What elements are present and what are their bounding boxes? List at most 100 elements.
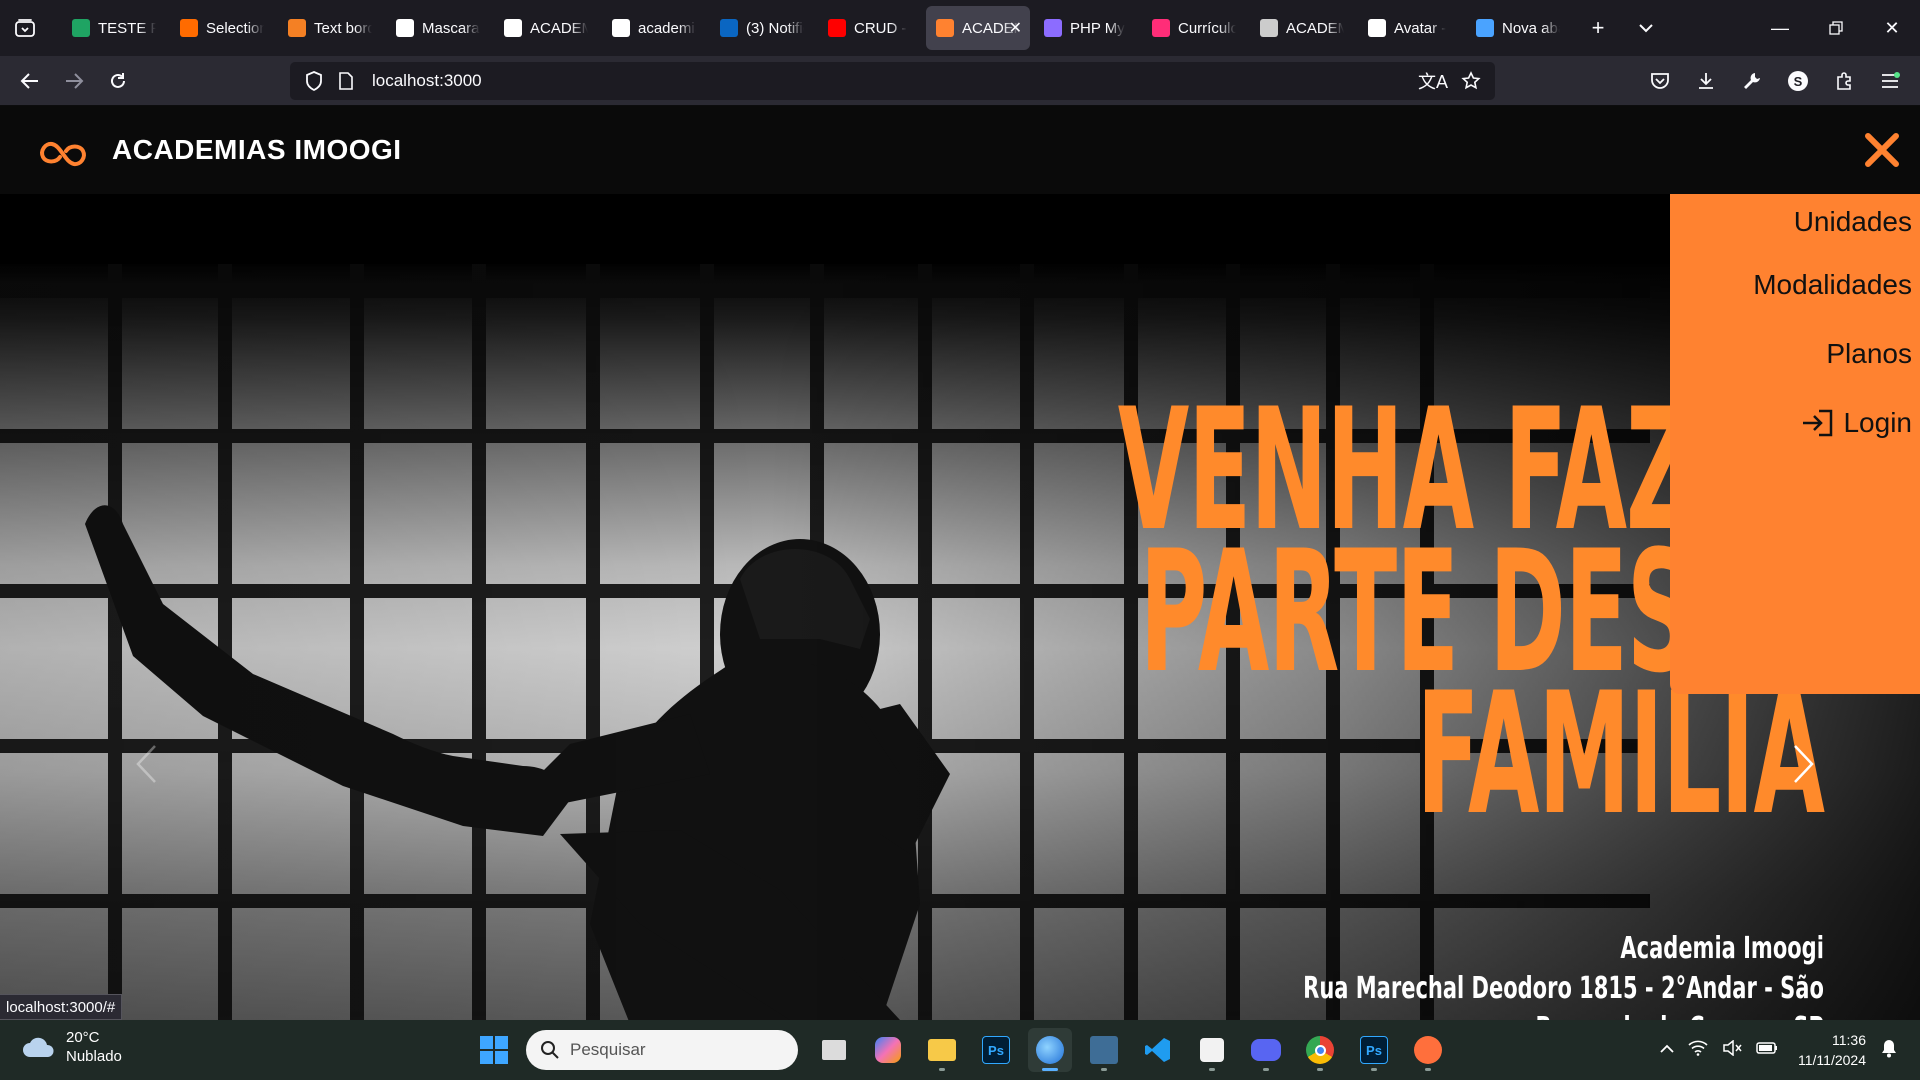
browser-tab[interactable]: Mascara [386, 6, 490, 50]
clock-time: 11:36 [1832, 1032, 1866, 1048]
browser-tab[interactable]: Currículo [1142, 6, 1246, 50]
tracking-protection-icon[interactable] [298, 71, 330, 91]
discord-icon[interactable] [1244, 1028, 1288, 1072]
login-icon [1803, 409, 1833, 436]
close-menu-icon[interactable] [1856, 124, 1908, 176]
new-tab-button[interactable]: + [1574, 6, 1622, 50]
account-avatar-icon[interactable]: S [1778, 61, 1818, 101]
browser-tab[interactable]: Selection [170, 6, 274, 50]
battery-icon[interactable] [1756, 1041, 1778, 1060]
menu-item-login[interactable]: Login [1670, 388, 1920, 457]
photoshop-icon[interactable]: Ps [1352, 1028, 1396, 1072]
copilot-icon[interactable] [866, 1028, 910, 1072]
pen-icon [1368, 19, 1386, 37]
list-all-tabs-icon[interactable] [1622, 6, 1670, 50]
address-line1: Rua Marechal Deodoro 1815 - 2°Andar - Sã… [1303, 971, 1824, 1006]
address-block: Academia Imoogi Rua Marechal Deodoro 181… [1303, 929, 1824, 1020]
restore-icon[interactable] [1808, 0, 1864, 56]
volume-muted-icon[interactable] [1722, 1038, 1742, 1061]
link-status-tooltip: localhost:3000/# [0, 994, 123, 1020]
page-info-icon[interactable] [330, 72, 362, 90]
selection-app-icon [180, 19, 198, 37]
cloud-icon [23, 1037, 54, 1057]
extensions-icon[interactable] [1824, 61, 1864, 101]
close-tab-icon[interactable]: ✕ [1009, 18, 1022, 38]
openai-icon [396, 19, 414, 37]
app-menu-icon[interactable] [1870, 61, 1910, 101]
back-icon[interactable] [8, 61, 52, 101]
start-icon[interactable] [472, 1028, 516, 1072]
side-menu: Unidades Modalidades Planos Login [1670, 194, 1920, 694]
browser-tab[interactable]: Nova aba [1466, 6, 1570, 50]
tab-label: Mascara [422, 19, 480, 37]
menu-item-label: Unidades [1793, 206, 1912, 237]
tab-label: (3) Notifica [746, 19, 804, 37]
browser-tab[interactable]: academias [602, 6, 706, 50]
triangle-icon [612, 19, 630, 37]
chrome-icon[interactable] [1298, 1028, 1342, 1072]
browser-tab[interactable]: ACADEMIAS✕ [926, 6, 1030, 50]
imoogi-logo-icon[interactable] [38, 133, 88, 167]
stack-icon [288, 19, 306, 37]
menu-item-label: Modalidades [1753, 268, 1912, 300]
github-icon [504, 19, 522, 37]
svg-text:S: S [1794, 74, 1803, 89]
box-app-icon[interactable] [1190, 1028, 1234, 1072]
notification-bell-icon[interactable] [1880, 1038, 1898, 1063]
globe-icon [1260, 19, 1278, 37]
menu-item-modalidades[interactable]: Modalidades [1670, 250, 1920, 319]
browser-tab[interactable]: Avatar - [1358, 6, 1462, 50]
youtube-icon [828, 19, 846, 37]
wifi-icon[interactable] [1688, 1040, 1708, 1061]
translate-icon[interactable]: 文A [1417, 68, 1449, 94]
file-explorer-icon[interactable] [920, 1028, 964, 1072]
browser-tab[interactable]: ACADEMIAS [494, 6, 598, 50]
tab-overview-icon[interactable] [0, 0, 50, 56]
clock-date: 11/11/2024 [1798, 1052, 1866, 1068]
weather-temp: 20°C [66, 1029, 100, 1046]
linkedin-icon [720, 19, 738, 37]
menu-item-planos[interactable]: Planos [1670, 319, 1920, 388]
tab-label: Currículo [1178, 19, 1236, 37]
address-line2: Bernardo do Campo - SP [1303, 1009, 1824, 1020]
tab-label: Selection [206, 19, 264, 37]
brand-title[interactable]: ACADEMIAS IMOOGI [112, 134, 402, 166]
carousel-next-icon[interactable] [1784, 734, 1824, 794]
downloads-icon[interactable] [1686, 61, 1726, 101]
search-icon [541, 1041, 559, 1059]
task-view-icon[interactable] [812, 1028, 856, 1072]
mysql-workbench-icon[interactable] [1082, 1028, 1126, 1072]
navigation-toolbar: localhost:3000 文A S [0, 56, 1920, 106]
system-clock[interactable]: 11:36 11/11/2024 [1798, 1030, 1866, 1070]
taskbar-search-input[interactable]: Pesquisar [526, 1030, 798, 1070]
weather-desc: Nublado [66, 1048, 122, 1065]
browser-tab[interactable]: Text border [278, 6, 382, 50]
show-hidden-icons-icon[interactable] [1660, 1041, 1674, 1059]
tab-label: academias [638, 19, 696, 37]
address-bar[interactable]: localhost:3000 文A [290, 62, 1495, 100]
bookmark-star-icon[interactable] [1455, 71, 1487, 91]
google-drive-icon [72, 19, 90, 37]
tab-label: Avatar - [1394, 19, 1447, 37]
carousel-prev-icon[interactable] [126, 734, 166, 794]
reload-icon[interactable] [96, 61, 140, 101]
url-text: localhost:3000 [372, 71, 482, 90]
browser-tab[interactable]: (3) Notifica [710, 6, 814, 50]
vscode-icon[interactable] [1136, 1028, 1180, 1072]
close-window-icon[interactable]: ✕ [1864, 0, 1920, 56]
pocket-icon[interactable] [1640, 61, 1680, 101]
photoshop-icon[interactable]: Ps [974, 1028, 1018, 1072]
browser-tab[interactable]: CRUD - [818, 6, 922, 50]
firefox-icon[interactable] [1028, 1028, 1072, 1072]
browser-tab[interactable]: ACADEMIAS [1250, 6, 1354, 50]
browser-tab[interactable]: TESTE FI [62, 6, 166, 50]
forward-icon[interactable] [52, 61, 96, 101]
address-title: Academia Imoogi [1620, 931, 1824, 966]
menu-item-unidades[interactable]: Unidades [1670, 194, 1920, 250]
minimize-icon[interactable]: — [1752, 0, 1808, 56]
wrench-icon[interactable] [1732, 61, 1772, 101]
weather-widget[interactable]: 20°C Nublado [22, 1028, 122, 1066]
sublime-icon[interactable] [1406, 1028, 1450, 1072]
browser-tab[interactable]: PHP My [1034, 6, 1138, 50]
system-tray: 11:36 11/11/2024 [1660, 1028, 1898, 1072]
